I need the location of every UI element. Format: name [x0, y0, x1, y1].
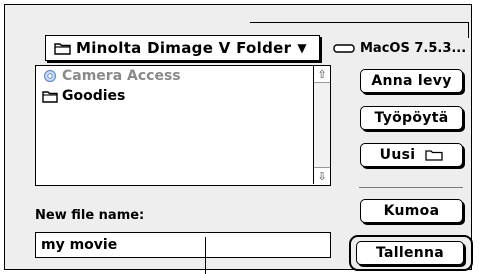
save-button[interactable]: Tallenna: [356, 241, 464, 265]
folder-popup-menu[interactable]: Minolta Dimage V Folder ▼: [45, 35, 320, 61]
file-name-label: New file name:: [35, 208, 145, 223]
default-button-ring: Tallenna: [349, 235, 473, 271]
callout-line: [250, 22, 469, 23]
folder-icon: [54, 42, 71, 55]
eject-button[interactable]: Anna levy: [360, 69, 463, 93]
triangle-down-icon: ▼: [297, 41, 307, 55]
divider: [359, 187, 463, 188]
scroll-up-arrow-icon[interactable]: ⇧: [314, 66, 330, 83]
list-item[interactable]: Goodies: [36, 86, 330, 106]
file-name-input[interactable]: my movie: [35, 232, 331, 258]
vertical-scrollbar[interactable]: ⇧ ⇩: [313, 66, 330, 184]
list-item-label: Goodies: [62, 88, 126, 104]
file-list[interactable]: Camera Access Goodies ⇧ ⇩: [35, 65, 331, 186]
new-folder-icon: [425, 150, 443, 161]
scroll-down-arrow-icon[interactable]: ⇩: [314, 167, 330, 184]
alias-app-icon: [43, 69, 57, 83]
desktop-button[interactable]: Työpöytä: [360, 106, 463, 130]
volume-label: MacOS 7.5.3...: [333, 37, 466, 59]
new-folder-label: Uusi: [379, 147, 416, 163]
callout-line: [468, 22, 469, 38]
cancel-button[interactable]: Kumoa: [360, 199, 463, 223]
save-dialog: Minolta Dimage V Folder ▼ MacOS 7.5.3...…: [4, 4, 473, 271]
callout-line: [205, 237, 206, 274]
new-folder-button[interactable]: Uusi: [360, 143, 463, 167]
list-item[interactable]: Camera Access: [36, 66, 330, 86]
folder-popup-label: Minolta Dimage V Folder: [76, 39, 292, 57]
list-item-label: Camera Access: [62, 68, 181, 84]
volume-name: MacOS 7.5.3...: [360, 40, 467, 56]
disk-icon: [333, 43, 355, 53]
folder-icon: [42, 91, 58, 103]
